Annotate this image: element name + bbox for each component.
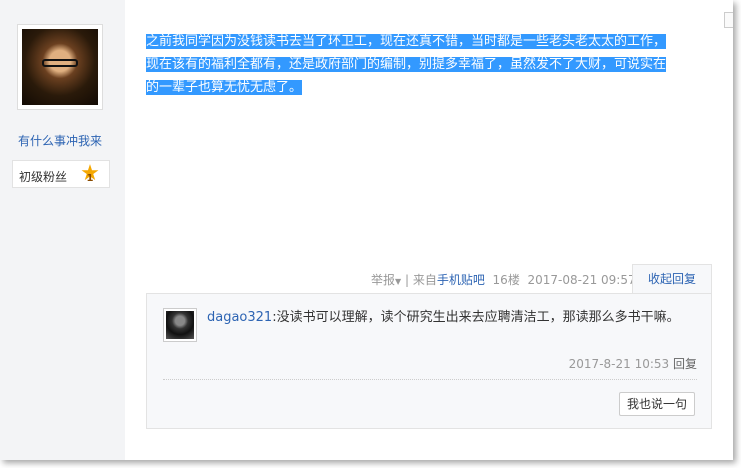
post-line: 之前我同学因为没钱读书去当了环卫工，现在还真不错，当时都是一些老头老太太的工作， xyxy=(146,34,667,49)
post-window: 有什么事冲我来 初级粉丝 ★ 1 之前我同学因为没钱读书去当了环卫工，现在还真不错… xyxy=(0,0,733,460)
reply-panel: dagao321:没读书可以理解，读个研究生出来去应聘清洁工，那读那么多书干嘛。… xyxy=(146,293,712,429)
reply-avatar-image xyxy=(166,311,194,339)
author-avatar[interactable] xyxy=(17,24,103,110)
rank-level: 1 xyxy=(86,173,94,184)
caret-down-icon: ▼ xyxy=(395,277,402,286)
source-link[interactable]: 手机贴吧 xyxy=(437,273,485,287)
source-prefix: 来自 xyxy=(412,273,437,287)
post-line: 现在该有的福利全都有，还是政府部门的编制，别提多幸福了，虽然发不了大财，可说实在 xyxy=(146,57,667,72)
reply-text: 没读书可以理解，读个研究生出来去应聘清洁工，那读那么多书干嘛。 xyxy=(276,310,680,325)
reply-username[interactable]: dagao321 xyxy=(207,310,272,325)
meta-separator: | xyxy=(405,273,410,287)
reply-button[interactable]: 回复 xyxy=(673,357,697,371)
reply-avatar[interactable] xyxy=(163,308,197,342)
collapse-reply-button[interactable]: 收起回复 xyxy=(632,264,712,294)
scroll-tab[interactable] xyxy=(724,12,733,28)
post-main: 之前我同学因为没钱读书去当了环卫工，现在还真不错，当时都是一些老头老太太的工作，… xyxy=(125,0,733,460)
post-timestamp: 2017-08-21 09:57 xyxy=(527,273,636,287)
floor-number: 16楼 xyxy=(492,273,520,287)
post-content: 之前我同学因为没钱读书去当了环卫工，现在还真不错，当时都是一些老头老太太的工作，… xyxy=(146,30,711,99)
reply-content: dagao321:没读书可以理解，读个研究生出来去应聘清洁工，那读那么多书干嘛。 xyxy=(207,307,687,329)
reply-meta: 2017-8-21 10:53 回复 xyxy=(569,355,697,372)
author-rank[interactable]: 初级粉丝 ★ 1 xyxy=(12,160,110,188)
author-sidebar: 有什么事冲我来 初级粉丝 ★ 1 xyxy=(0,0,125,460)
report-link[interactable]: 举报▼ xyxy=(371,273,401,287)
author-username[interactable]: 有什么事冲我来 xyxy=(0,132,120,149)
avatar-glasses xyxy=(42,59,78,67)
post-line: 的一辈子也算无忧无虑了。 xyxy=(146,80,303,95)
star-badge-icon: ★ 1 xyxy=(79,163,101,185)
rank-title: 初级粉丝 xyxy=(19,170,68,184)
avatar-image xyxy=(22,29,98,105)
reply-divider xyxy=(163,379,697,380)
say-something-button[interactable]: 我也说一句 xyxy=(619,392,695,416)
reply-timestamp: 2017-8-21 10:53 xyxy=(568,357,670,371)
post-meta: 举报▼ | 来自手机贴吧 16楼 2017-08-21 09:57 xyxy=(371,271,636,289)
